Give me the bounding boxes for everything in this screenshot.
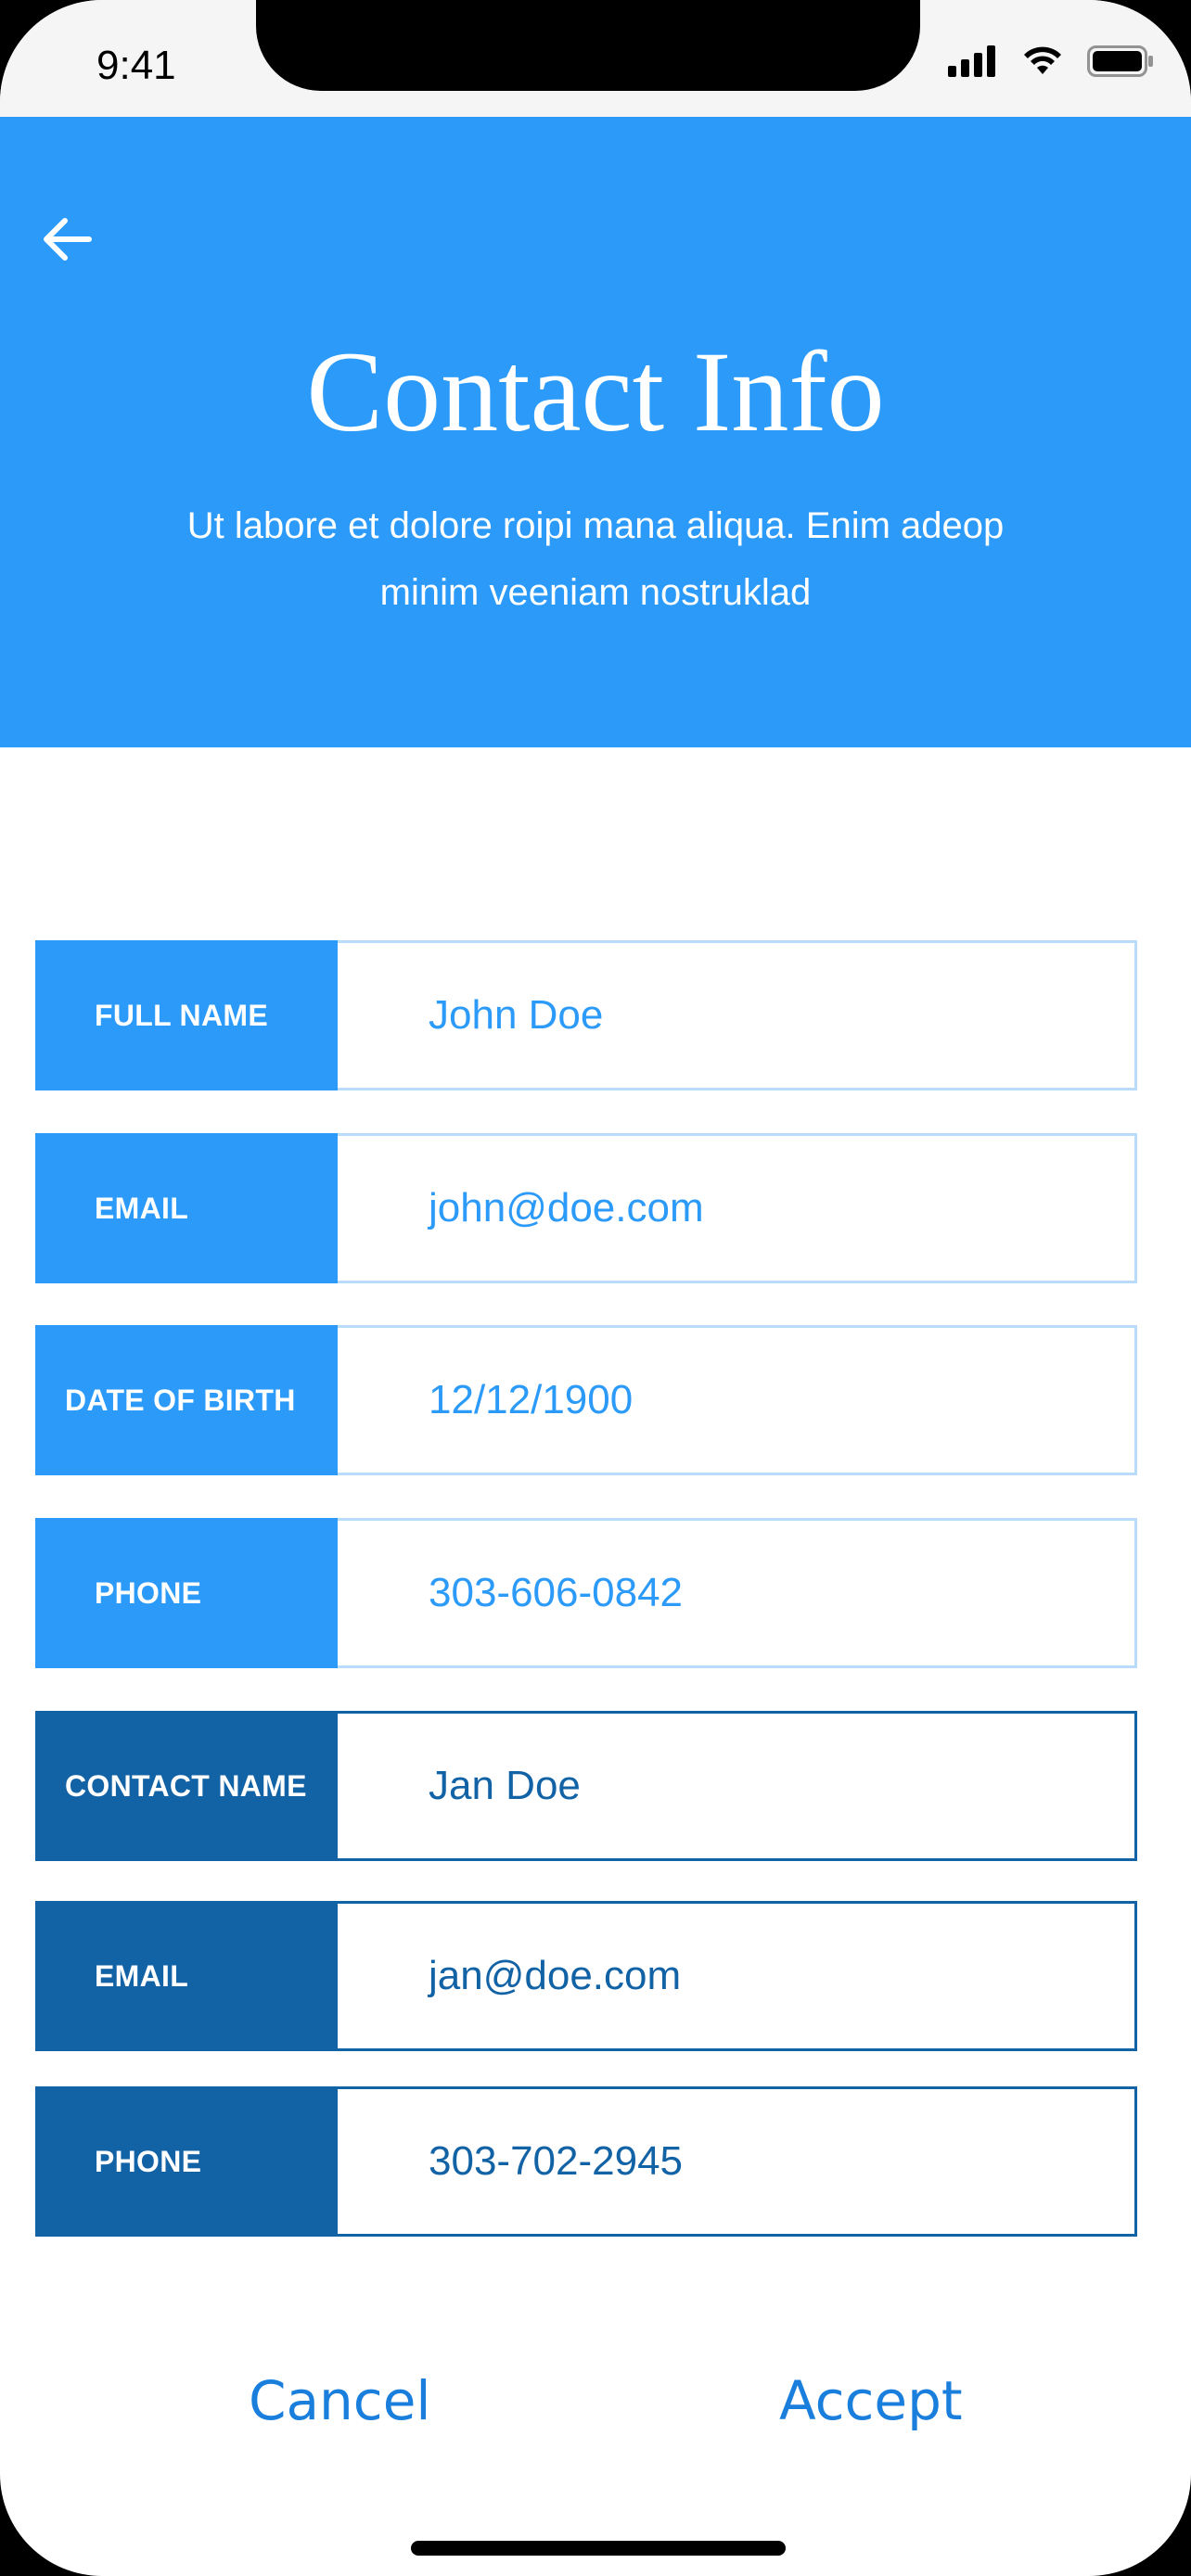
- contact-email-field[interactable]: jan@doe.com: [338, 1901, 1137, 2051]
- form-row-date-of-birth: DATE OF BIRTH 12/12/1900: [35, 1325, 1137, 1475]
- field-label: PHONE: [35, 1518, 338, 1668]
- form-row-email: EMAIL john@doe.com: [35, 1133, 1137, 1283]
- cancel-button[interactable]: Cancel: [249, 2369, 431, 2432]
- cellular-signal-icon: [948, 45, 998, 82]
- home-indicator[interactable]: [411, 2541, 786, 2556]
- email-field[interactable]: john@doe.com: [338, 1133, 1137, 1283]
- page-title: Contact Info: [306, 328, 885, 455]
- status-icons: [948, 45, 1154, 82]
- field-label: DATE OF BIRTH: [35, 1325, 338, 1475]
- date-of-birth-field[interactable]: 12/12/1900: [338, 1325, 1137, 1475]
- form-row-contact-email: EMAIL jan@doe.com: [35, 1901, 1137, 2051]
- status-time: 9:41: [96, 43, 176, 88]
- phone-screen: 9:41 Contact Info Ut labore et dolore ro…: [0, 0, 1191, 2576]
- form-row-contact-phone: PHONE 303-702-2945: [35, 2086, 1137, 2237]
- field-label: FULL NAME: [35, 940, 338, 1090]
- form-row-phone: PHONE 303-606-0842: [35, 1518, 1137, 1668]
- field-label: EMAIL: [35, 1133, 338, 1283]
- phone-field[interactable]: 303-606-0842: [338, 1518, 1137, 1668]
- field-label: PHONE: [35, 2086, 338, 2237]
- full-name-field[interactable]: John Doe: [338, 940, 1137, 1090]
- battery-icon: [1087, 45, 1154, 82]
- form-row-full-name: FULL NAME John Doe: [35, 940, 1137, 1090]
- device-notch: [256, 0, 920, 91]
- field-label: EMAIL: [35, 1901, 338, 2051]
- arrow-left-icon[interactable]: [37, 210, 96, 269]
- field-label: CONTACT NAME: [35, 1711, 338, 1861]
- header-banner: Contact Info Ut labore et dolore roipi m…: [0, 117, 1191, 747]
- status-bar: 9:41: [0, 0, 1191, 117]
- page-subtitle: Ut labore et dolore roipi mana aliqua. E…: [186, 505, 1005, 613]
- accept-button[interactable]: Accept: [779, 2369, 963, 2432]
- contact-phone-field[interactable]: 303-702-2945: [338, 2086, 1137, 2237]
- contact-name-field[interactable]: Jan Doe: [338, 1711, 1137, 1861]
- wifi-icon: [1020, 45, 1065, 83]
- form-row-contact-name: CONTACT NAME Jan Doe: [35, 1711, 1137, 1861]
